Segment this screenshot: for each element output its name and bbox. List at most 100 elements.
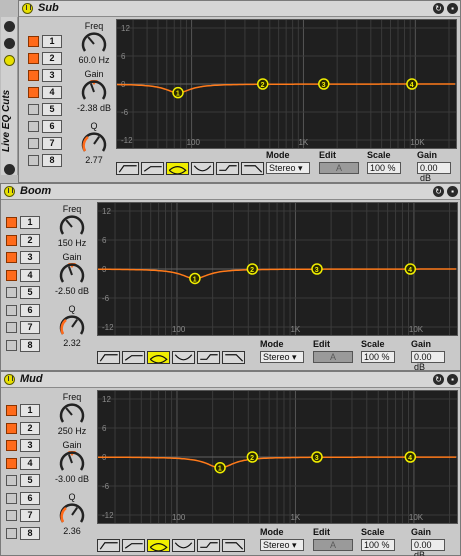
high-shelf-button[interactable] xyxy=(197,351,220,364)
high-shelf-button[interactable] xyxy=(197,539,220,552)
band-select-button[interactable]: 5 xyxy=(42,103,62,116)
band-toggle[interactable] xyxy=(28,36,39,47)
low-cut-12-button[interactable] xyxy=(122,539,145,552)
mode-dropdown[interactable]: Stereo ▾ xyxy=(260,351,304,363)
band-select-button[interactable]: 7 xyxy=(20,321,40,334)
band-toggle[interactable] xyxy=(6,475,17,486)
band-6[interactable]: 6 xyxy=(28,120,64,133)
scale-field[interactable]: 100 % xyxy=(367,162,401,174)
band-select-button[interactable]: 2 xyxy=(42,52,62,65)
band-toggle[interactable] xyxy=(28,70,39,81)
notch-button[interactable] xyxy=(172,539,195,552)
bell-button[interactable] xyxy=(147,351,170,364)
notch-button[interactable] xyxy=(191,162,214,175)
band-8[interactable]: 8 xyxy=(28,154,64,167)
hot-swap-icon[interactable]: ↻ xyxy=(433,3,444,14)
band-6[interactable]: 6 xyxy=(6,303,42,317)
band-8[interactable]: 8 xyxy=(6,338,42,352)
bell-button[interactable] xyxy=(147,539,170,552)
high-cut-button[interactable] xyxy=(222,539,245,552)
band-5[interactable]: 5 xyxy=(6,474,42,487)
band-7[interactable]: 7 xyxy=(28,137,64,150)
band-8[interactable]: 8 xyxy=(6,526,42,540)
band-toggle[interactable] xyxy=(28,155,39,166)
device-power-icon[interactable] xyxy=(4,186,15,197)
band-select-button[interactable]: 3 xyxy=(20,439,40,452)
freq-knob[interactable] xyxy=(79,31,109,55)
band-4[interactable]: 4 xyxy=(28,86,64,99)
mode-dropdown[interactable]: Stereo ▾ xyxy=(260,539,304,551)
band-select-button[interactable]: 6 xyxy=(42,120,62,133)
band-select-button[interactable]: 1 xyxy=(20,404,40,417)
band-7[interactable]: 7 xyxy=(6,321,42,334)
hot-swap-icon[interactable]: ↻ xyxy=(433,374,444,385)
band-select-button[interactable]: 1 xyxy=(42,35,62,48)
low-cut-12-button[interactable] xyxy=(141,162,164,175)
eq-graph[interactable]: 12 6 0 -6 -12 100 1K 10K 1 2 3 4 xyxy=(97,202,458,336)
q-knob[interactable] xyxy=(79,131,109,155)
band-toggle[interactable] xyxy=(28,121,39,132)
high-cut-button[interactable] xyxy=(241,162,264,175)
freq-knob[interactable] xyxy=(57,214,87,238)
band-select-button[interactable]: 7 xyxy=(20,509,40,522)
band-toggle[interactable] xyxy=(6,492,17,504)
band-toggle[interactable] xyxy=(6,322,17,333)
band-select-button[interactable]: 3 xyxy=(42,69,62,82)
q-knob[interactable] xyxy=(57,314,87,338)
band-toggle[interactable] xyxy=(28,104,39,115)
rack-power-icon[interactable] xyxy=(4,55,15,66)
rack-list-icon[interactable] xyxy=(4,38,15,49)
device-power-icon[interactable] xyxy=(22,3,33,14)
band-toggle[interactable] xyxy=(28,138,39,149)
band-2[interactable]: 2 xyxy=(6,233,42,247)
device-power-icon[interactable] xyxy=(4,374,15,385)
band-select-button[interactable]: 5 xyxy=(20,286,40,299)
band-5[interactable]: 5 xyxy=(6,286,42,299)
band-1[interactable]: 1 xyxy=(6,404,42,417)
band-toggle[interactable] xyxy=(28,87,39,98)
band-toggle[interactable] xyxy=(6,252,17,263)
high-cut-button[interactable] xyxy=(222,351,245,364)
gain-knob[interactable] xyxy=(57,450,87,474)
low-cut-48-button[interactable] xyxy=(97,539,120,552)
band-select-button[interactable]: 1 xyxy=(20,216,40,229)
band-toggle[interactable] xyxy=(6,510,17,521)
rack-save-icon[interactable] xyxy=(4,164,15,175)
band-select-button[interactable]: 4 xyxy=(20,268,40,282)
band-toggle[interactable] xyxy=(6,339,17,351)
band-toggle[interactable] xyxy=(6,287,17,298)
band-select-button[interactable]: 8 xyxy=(20,526,40,540)
edit-field[interactable]: A xyxy=(313,351,353,363)
edit-field[interactable]: A xyxy=(319,162,359,174)
band-toggle[interactable] xyxy=(6,405,17,416)
band-1[interactable]: 1 xyxy=(6,216,42,229)
eq-graph-canvas[interactable]: 1260-6-12 100 1K 10K12 3 4 xyxy=(117,20,456,148)
freq-knob[interactable] xyxy=(57,402,87,426)
notch-button[interactable] xyxy=(172,351,195,364)
hot-swap-icon[interactable]: ↻ xyxy=(433,186,444,197)
gain-knob[interactable] xyxy=(57,262,87,286)
output-gain-field[interactable]: 0.00 dB xyxy=(411,351,445,372)
eq-graph-canvas[interactable]: 1260-6-12 100 1K 10K12 3 4 xyxy=(98,203,457,335)
bell-button[interactable] xyxy=(166,162,189,175)
band-toggle[interactable] xyxy=(6,304,17,316)
high-shelf-button[interactable] xyxy=(216,162,239,175)
output-gain-field[interactable]: 0.00 dB xyxy=(417,162,451,183)
eq-graph-canvas[interactable]: 1260-6-12 100 1K 10K12 3 4 xyxy=(98,391,457,523)
band-select-button[interactable]: 4 xyxy=(20,456,40,470)
band-2[interactable]: 2 xyxy=(6,421,42,435)
low-cut-12-button[interactable] xyxy=(122,351,145,364)
band-1[interactable]: 1 xyxy=(28,35,64,48)
band-4[interactable]: 4 xyxy=(6,268,42,282)
band-2[interactable]: 2 xyxy=(28,52,64,65)
band-select-button[interactable]: 8 xyxy=(20,338,40,352)
band-select-button[interactable]: 3 xyxy=(20,251,40,264)
band-4[interactable]: 4 xyxy=(6,456,42,470)
band-toggle[interactable] xyxy=(6,234,17,246)
rack-macro-icon[interactable] xyxy=(4,21,15,32)
scale-field[interactable]: 100 % xyxy=(361,539,395,551)
band-select-button[interactable]: 6 xyxy=(20,491,40,505)
band-toggle[interactable] xyxy=(6,457,17,469)
band-toggle[interactable] xyxy=(28,53,39,64)
output-gain-field[interactable]: 0.00 dB xyxy=(411,539,445,556)
